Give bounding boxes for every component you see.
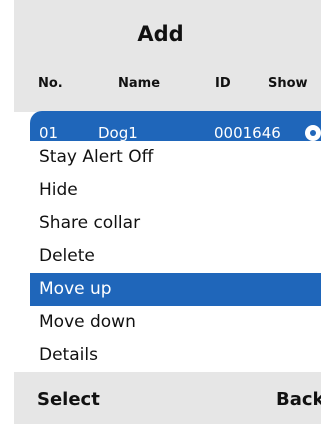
column-header-no: No. [38,76,63,91]
menu-item-share-collar[interactable]: Share collar [30,207,321,240]
menu-item-delete[interactable]: Delete [30,240,321,273]
menu-item-hide[interactable]: Hide [30,174,321,207]
row-id: 0001646 [214,124,281,142]
menu-item-move-down[interactable]: Move down [30,306,321,339]
menu-item-details[interactable]: Details [30,339,321,372]
select-softkey[interactable]: Select [37,389,100,410]
column-header-id: ID [215,76,231,91]
row-name: Dog1 [98,124,138,142]
context-menu: Stay Alert Off Hide Share collar Delete … [30,141,321,373]
column-header-name: Name [118,76,161,91]
column-header-show: Show [268,76,308,91]
eye-icon[interactable] [305,125,321,141]
column-headers: No. Name ID Show [0,76,321,96]
selected-list-row[interactable]: 01 Dog1 0001646 [30,111,321,143]
back-softkey[interactable]: Back [276,389,321,410]
menu-item-move-up[interactable]: Move up [30,273,321,306]
screen: Add No. Name ID Show 01 Dog1 0001646 Sta… [0,0,321,424]
page-title: Add [137,22,184,46]
menu-item-stay-alert-off[interactable]: Stay Alert Off [30,141,321,174]
row-number: 01 [39,124,59,142]
